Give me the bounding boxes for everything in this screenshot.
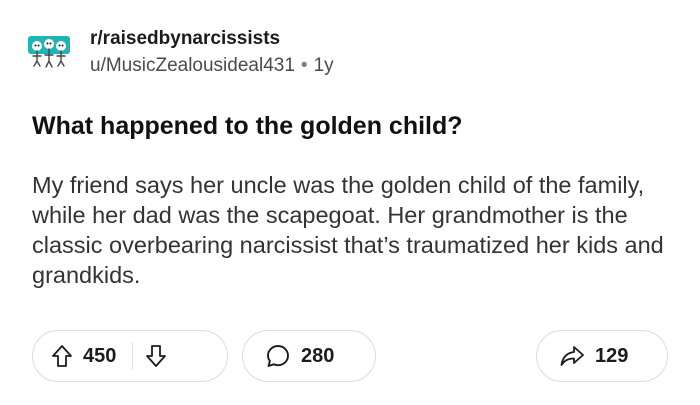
speech-bubble-icon (267, 345, 289, 367)
downvote-button[interactable] (145, 344, 167, 368)
vote-control: 450 (32, 330, 228, 382)
subreddit-logo-icon (23, 27, 75, 79)
arrow-up-icon (52, 345, 72, 367)
upvote-count: 450 (83, 344, 117, 367)
post-meta: r/raisedbynarcissists u/MusicZealousidea… (90, 28, 334, 80)
share-arrow-icon (560, 346, 584, 366)
arrow-down-icon (146, 345, 167, 367)
share-count: 129 (595, 344, 629, 367)
share-button[interactable]: 129 (536, 330, 668, 382)
subreddit-name[interactable]: r/raisedbynarcissists (90, 28, 334, 50)
subreddit-avatar[interactable] (22, 26, 76, 80)
comment-count: 280 (301, 344, 335, 367)
post-body: My friend says her uncle was the golden … (32, 172, 664, 288)
author-name[interactable]: u/MusicZealousideal431 (90, 55, 295, 76)
author-row: u/MusicZealousideal431 • 1y (90, 52, 334, 80)
post-title[interactable]: What happened to the golden child? (32, 112, 463, 141)
post-age: 1y (313, 55, 334, 76)
vote-divider (132, 343, 134, 369)
action-bar: 450 280 129 (32, 330, 668, 384)
upvote-button[interactable] (51, 344, 73, 368)
comments-button[interactable]: 280 (242, 330, 376, 382)
meta-separator: • (300, 55, 308, 76)
post-header: r/raisedbynarcissists u/MusicZealousidea… (22, 26, 334, 82)
